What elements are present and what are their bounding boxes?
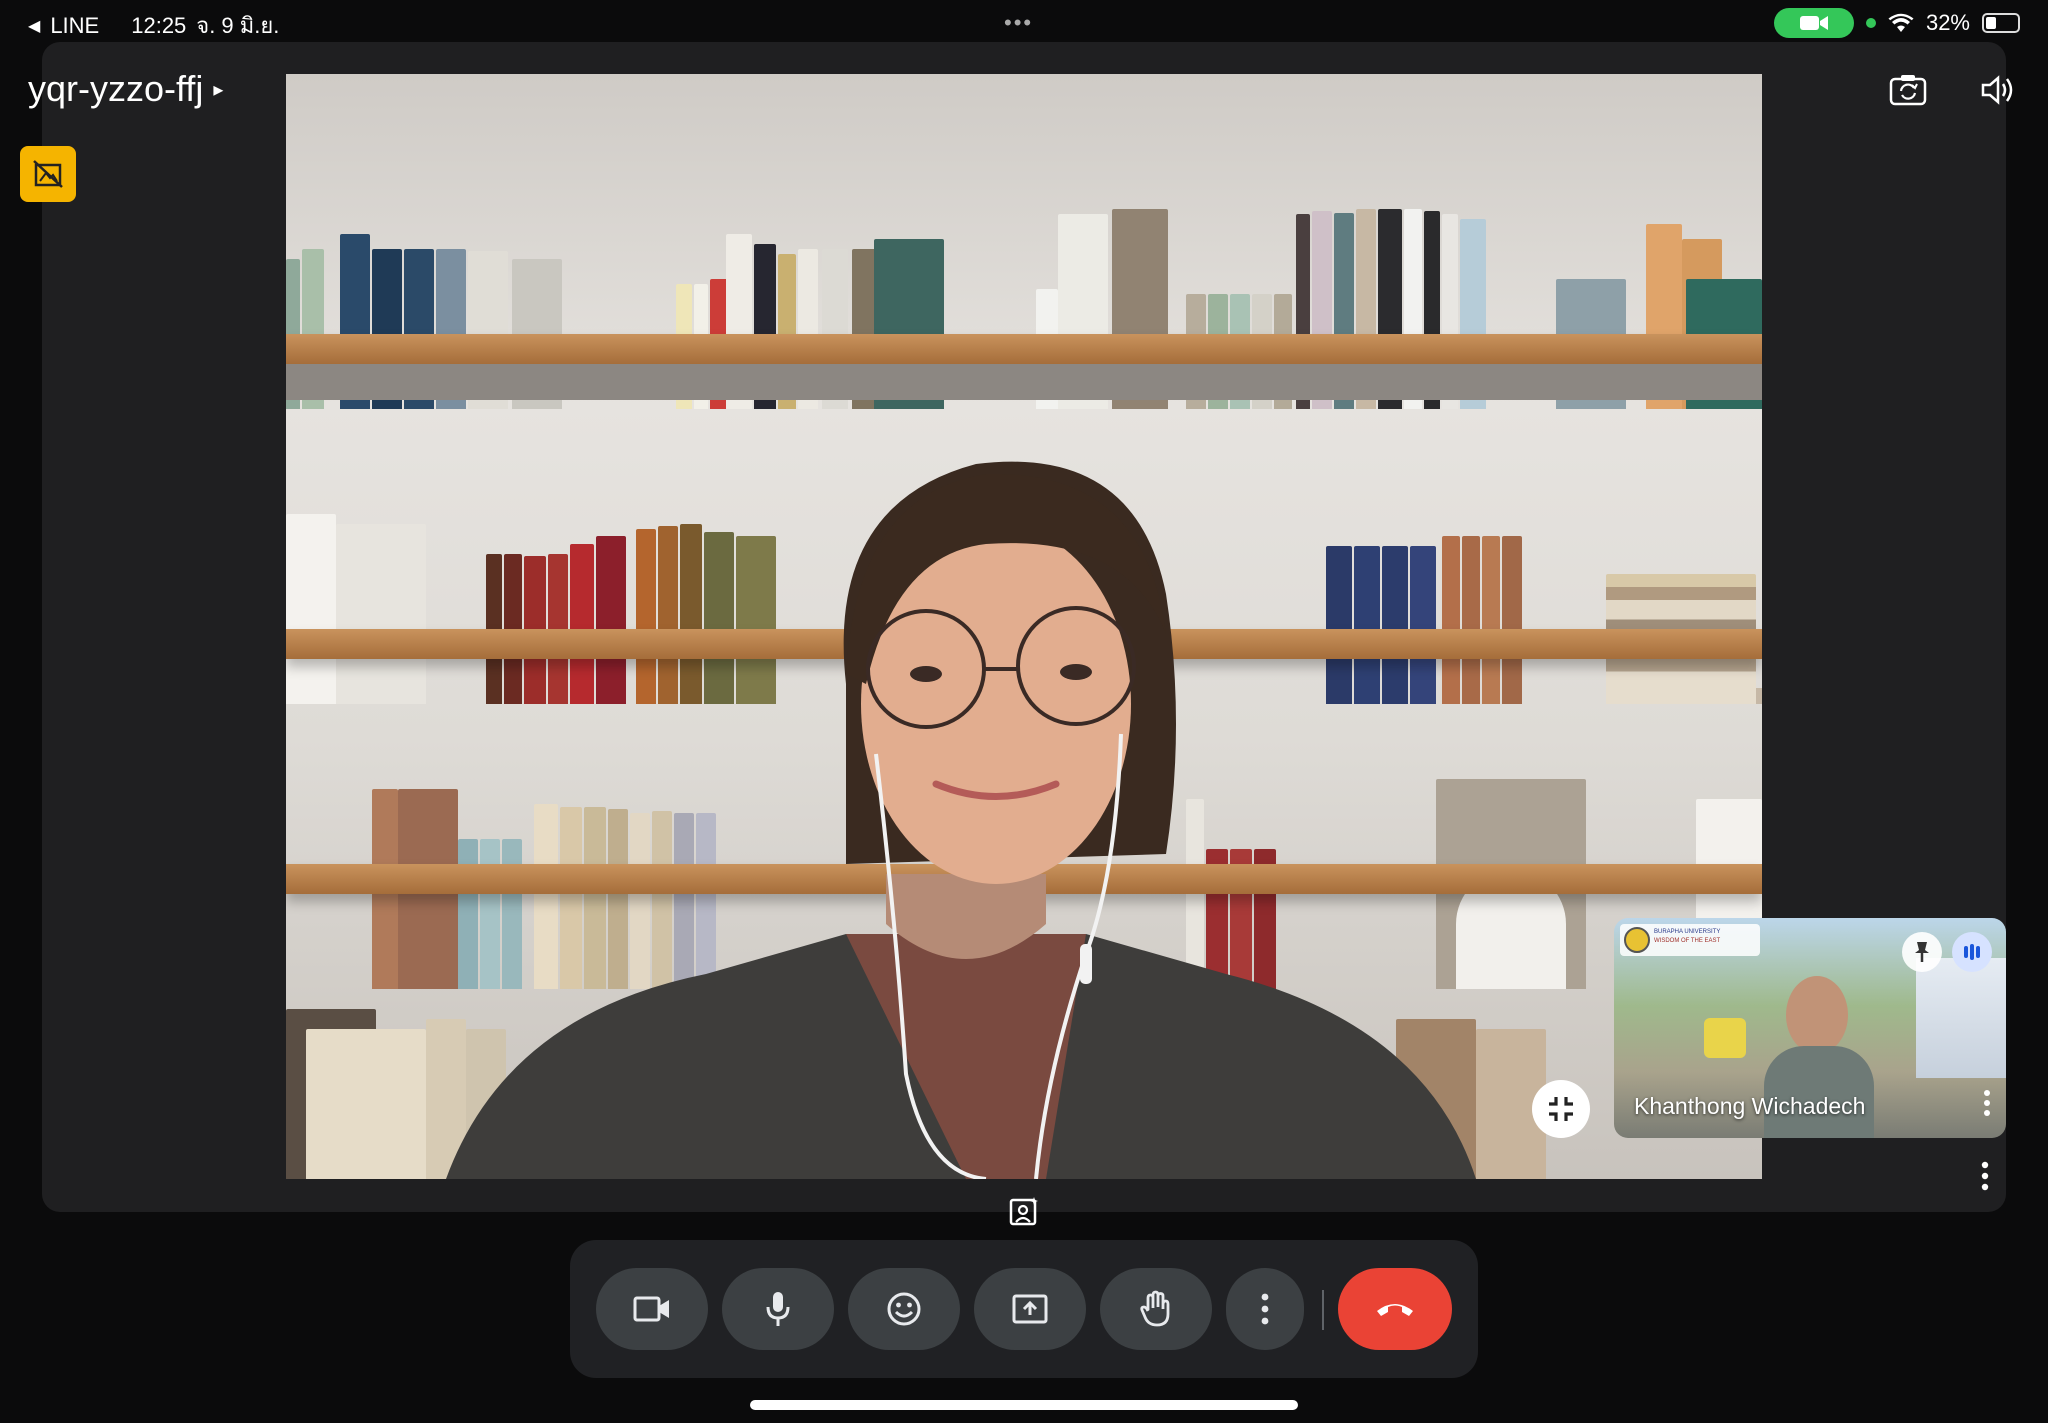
university-seal: [1624, 927, 1650, 953]
camera-toggle-button[interactable]: [596, 1268, 708, 1350]
status-time: 12:25: [131, 12, 187, 38]
audio-level-icon: [1952, 932, 1992, 972]
camera-in-use-icon[interactable]: [1773, 8, 1854, 38]
side-more-vertical-icon[interactable]: [1978, 1160, 1992, 1192]
participant-speaker-video: [446, 461, 1476, 1179]
back-arrow-icon[interactable]: ◀: [28, 16, 40, 36]
home-indicator[interactable]: [750, 1400, 1298, 1410]
participant-thumbnail[interactable]: BURAPHA UNIVERSITY WISDOM OF THE EAST Kh…: [1614, 918, 2006, 1138]
battery-percent: 32%: [1925, 10, 1970, 35]
fullscreen-exit-icon[interactable]: [1532, 1080, 1590, 1138]
mic-icon: [766, 1292, 790, 1326]
status-left[interactable]: ◀ LINE 12:25 จ. 9 มิ.ย.: [28, 8, 279, 43]
end-call-button[interactable]: [1338, 1268, 1452, 1350]
flip-camera-icon[interactable]: [1888, 70, 1928, 110]
meeting-code-button[interactable]: yqr-yzzo-ffj ▸: [28, 68, 223, 110]
main-video-feed[interactable]: [286, 74, 1762, 1179]
speaker-icon[interactable]: [1978, 70, 2018, 110]
raise-hand-button[interactable]: [1100, 1268, 1212, 1350]
status-date: จ. 9 มิ.ย.: [196, 13, 280, 38]
status-bar: ◀ LINE 12:25 จ. 9 มิ.ย. ••• 32%: [0, 0, 2048, 42]
call-controls-bar: [570, 1240, 1478, 1378]
present-screen-icon: [1012, 1294, 1048, 1324]
participant-name: Khanthong Wichadech: [1634, 1093, 1866, 1119]
more-vertical-icon[interactable]: [1980, 1088, 1994, 1118]
pin-icon[interactable]: [1902, 932, 1942, 972]
raise-hand-icon: [1140, 1290, 1170, 1327]
thumb-bus: [1704, 1018, 1746, 1058]
emoji-icon: [887, 1292, 921, 1326]
status-right: 32%: [1773, 8, 2020, 38]
caret-right-icon: ▸: [213, 78, 224, 101]
present-screen-button[interactable]: [974, 1268, 1086, 1350]
microphone-toggle-button[interactable]: [722, 1268, 834, 1350]
privacy-dot-icon: [1865, 18, 1876, 28]
videocam-icon: [633, 1296, 669, 1322]
thumb-banner: BURAPHA UNIVERSITY WISDOM OF THE EAST: [1620, 924, 1760, 956]
meeting-code: yqr-yzzo-ffj: [28, 68, 204, 109]
more-options-button[interactable]: [1226, 1268, 1304, 1350]
banner-line-1: BURAPHA UNIVERSITY: [1654, 929, 1721, 935]
banner-line-2: WISDOM OF THE EAST: [1654, 938, 1721, 944]
no-photography-icon[interactable]: [20, 146, 76, 202]
end-call-icon: [1377, 1304, 1413, 1316]
reactions-button[interactable]: [848, 1268, 960, 1350]
battery-icon: [1982, 13, 2020, 33]
multitask-dots[interactable]: •••: [1004, 10, 1033, 36]
wifi-icon: [1888, 13, 1914, 32]
portrait-effects-icon[interactable]: [1008, 1196, 1040, 1228]
back-app-label[interactable]: LINE: [50, 13, 99, 39]
controls-divider: [1322, 1290, 1324, 1330]
thumb-building: [1916, 958, 2006, 1078]
more-vertical-icon: [1261, 1293, 1269, 1325]
